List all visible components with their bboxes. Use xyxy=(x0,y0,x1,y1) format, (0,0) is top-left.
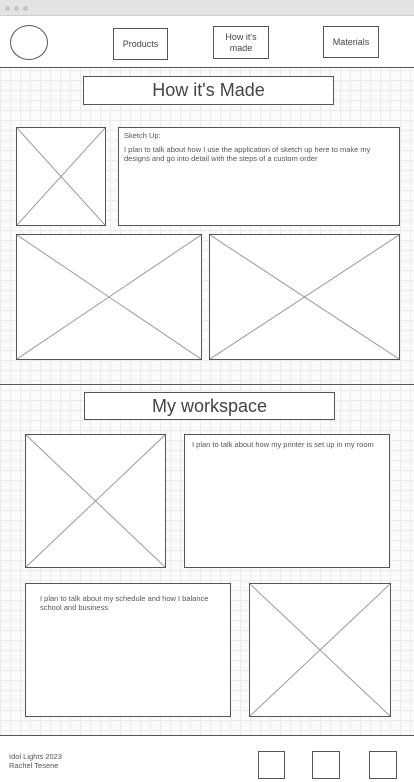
image-placeholder-icon xyxy=(209,234,400,360)
window-dot-icon xyxy=(5,6,10,11)
nav-how-its-made-button[interactable]: How it's made xyxy=(213,26,269,59)
image-placeholder-icon xyxy=(16,234,202,360)
image-placeholder-icon xyxy=(16,127,106,226)
schedule-text-box: I plan to talk about my schedule and how… xyxy=(25,583,231,717)
nav-products-button[interactable]: Products xyxy=(113,28,168,60)
sketch-up-heading: Sketch Up: xyxy=(124,131,161,140)
sketch-up-description: I plan to talk about how I use the appli… xyxy=(124,145,371,163)
window-top-bar xyxy=(0,0,414,16)
window-dot-icon xyxy=(14,6,19,11)
nav-materials-button[interactable]: Materials xyxy=(323,26,379,58)
sketch-up-text-box: Sketch Up: I plan to talk about how I us… xyxy=(118,127,400,226)
footer xyxy=(0,736,414,782)
social-icon-2[interactable] xyxy=(312,751,340,779)
social-icon-3[interactable] xyxy=(369,751,397,779)
printer-text-box: I plan to talk about how my printer is s… xyxy=(184,434,390,568)
section-divider xyxy=(0,384,414,385)
image-placeholder-icon xyxy=(249,583,391,717)
printer-description: I plan to talk about how my printer is s… xyxy=(192,440,374,449)
footer-author: Rachel Tesene xyxy=(9,761,59,770)
schedule-description: I plan to talk about my schedule and how… xyxy=(40,594,209,612)
social-icon-1[interactable] xyxy=(258,751,285,779)
my-workspace-title: My workspace xyxy=(84,392,335,420)
image-placeholder-icon xyxy=(25,434,166,568)
footer-copyright: Idol Lights 2023 xyxy=(9,752,62,761)
how-its-made-title: How it's Made xyxy=(83,76,334,105)
window-dot-icon xyxy=(23,6,28,11)
logo-circle-icon[interactable] xyxy=(10,25,48,60)
header-divider xyxy=(0,67,414,68)
